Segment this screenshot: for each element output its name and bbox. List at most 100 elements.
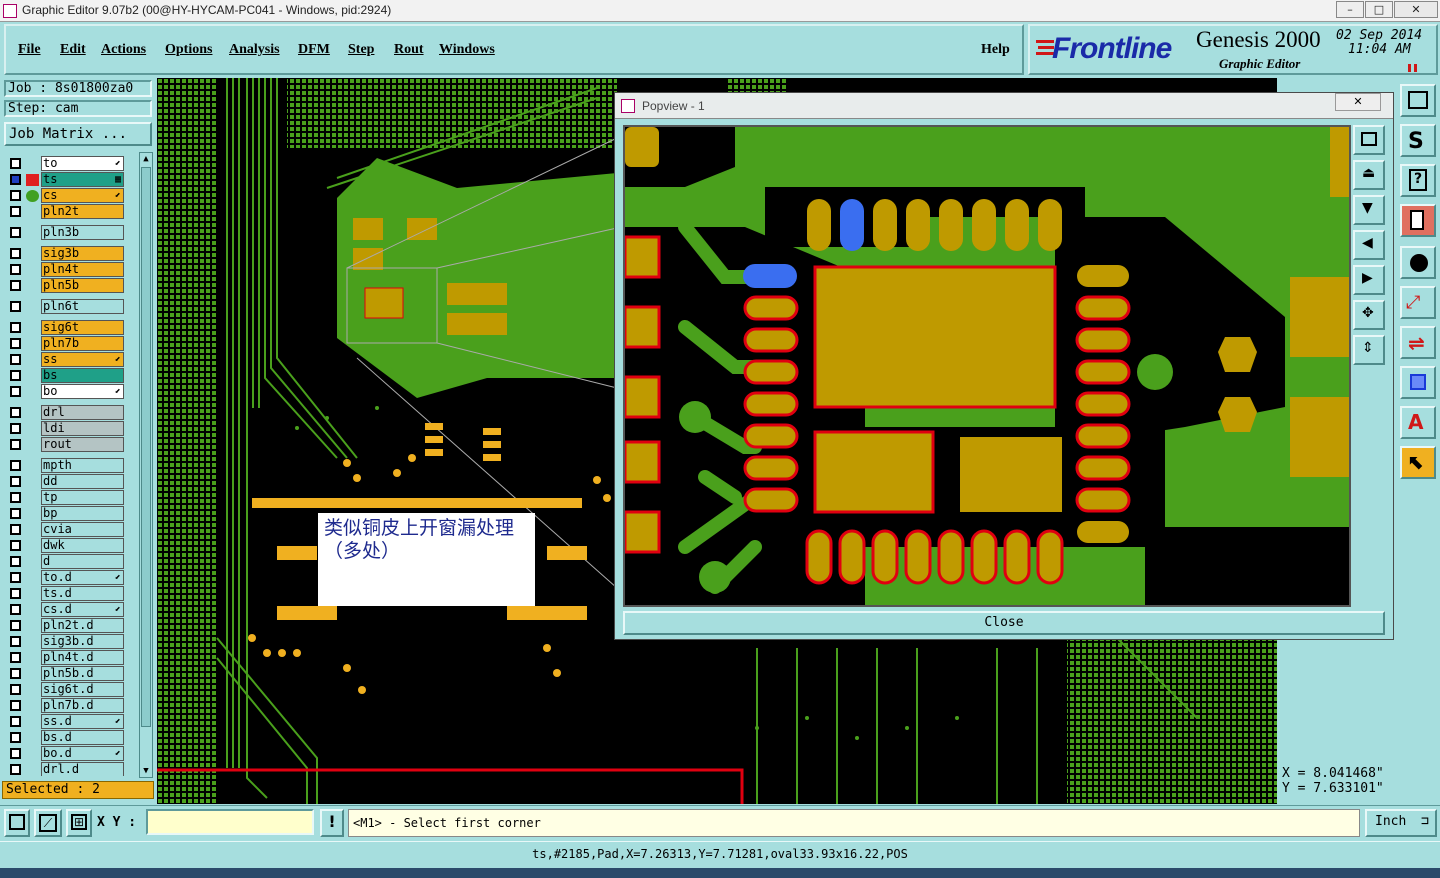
menu-options[interactable]: Options — [165, 42, 212, 58]
layer-checkbox[interactable] — [10, 264, 21, 275]
layer-name[interactable]: sig3b.d — [41, 634, 124, 649]
line-button[interactable]: ⤢ — [1400, 286, 1436, 319]
layer-checkbox[interactable] — [10, 556, 21, 567]
menu-analysis[interactable]: Analysis — [229, 42, 280, 58]
layer-row-pln5b-d[interactable]: pln5b.d — [6, 666, 124, 681]
layer-checkbox[interactable] — [10, 764, 21, 775]
layer-checkbox[interactable] — [10, 190, 21, 201]
layer-row-pln6t[interactable]: pln6t — [6, 299, 124, 314]
grid-button[interactable]: ⊞ — [66, 809, 92, 837]
layer-row-d[interactable]: d — [6, 554, 124, 569]
job-matrix-button[interactable]: Job Matrix ... — [4, 122, 152, 146]
layer-name[interactable]: cvia — [41, 522, 124, 537]
close-window-button[interactable]: ✕ — [1394, 1, 1438, 18]
layer-name[interactable]: bs.d — [41, 730, 124, 745]
menu-edit[interactable]: Edit — [60, 42, 86, 58]
layer-checkbox[interactable] — [10, 423, 21, 434]
menu-dfm[interactable]: DFM — [298, 42, 330, 58]
layer-row-bo-d[interactable]: bo.d ⬋ — [6, 746, 124, 761]
layer-checkbox[interactable] — [10, 322, 21, 333]
arc-button[interactable]: A — [1400, 406, 1436, 439]
layer-name[interactable]: dwk — [41, 538, 124, 553]
menu-step[interactable]: Step — [348, 42, 374, 58]
layer-name[interactable]: bo.d ⬋ — [41, 746, 124, 761]
layer-row-cvia[interactable]: cvia — [6, 522, 124, 537]
layer-row-bo[interactable]: bo ⬋ — [6, 384, 124, 399]
layer-row-pln4t[interactable]: pln4t — [6, 262, 124, 277]
layer-row-mpth[interactable]: mpth — [6, 458, 124, 473]
layer-row-pln5b[interactable]: pln5b — [6, 278, 124, 293]
layer-checkbox[interactable] — [10, 280, 21, 291]
layer-checkbox[interactable] — [10, 492, 21, 503]
layer-row-pln2t-d[interactable]: pln2t.d — [6, 618, 124, 633]
layer-checkbox[interactable] — [10, 508, 21, 519]
layer-row-ts[interactable]: ts ▦ — [6, 172, 124, 187]
layer-name[interactable]: sig6t — [41, 320, 124, 335]
layer-row-pln7b-d[interactable]: pln7b.d — [6, 698, 124, 713]
layer-checkbox[interactable] — [10, 338, 21, 349]
layer-row-cs-d[interactable]: cs.d ⬋ — [6, 602, 124, 617]
scroll-thumb[interactable] — [141, 167, 151, 727]
menu-rout[interactable]: Rout — [394, 42, 424, 58]
layer-row-pln3b[interactable]: pln3b — [6, 225, 124, 240]
layer-row-dd[interactable]: dd — [6, 474, 124, 489]
layer-checkbox[interactable] — [10, 174, 21, 185]
layer-name[interactable]: ts.d — [41, 586, 124, 601]
menu-file[interactable]: File — [18, 42, 41, 58]
layer-row-bp[interactable]: bp — [6, 506, 124, 521]
layer-row-sig3b-d[interactable]: sig3b.d — [6, 634, 124, 649]
menu-actions[interactable]: Actions — [101, 42, 146, 58]
layer-row-cs[interactable]: cs ⬋ — [6, 188, 124, 203]
popview-pan-left-button[interactable]: ◀ — [1353, 230, 1385, 260]
layer-checkbox[interactable] — [10, 524, 21, 535]
layer-name[interactable]: pln4t.d — [41, 650, 124, 665]
shapes-button[interactable] — [1400, 366, 1436, 399]
units-select[interactable]: Inch ⊐ — [1365, 809, 1437, 837]
menu-windows[interactable]: Windows — [439, 42, 495, 58]
layer-row-dwk[interactable]: dwk — [6, 538, 124, 553]
layer-checkbox[interactable] — [10, 700, 21, 711]
layer-name[interactable]: pln5b — [41, 278, 124, 293]
layer-row-bs-d[interactable]: bs.d — [6, 730, 124, 745]
popview-close-button[interactable]: Close — [623, 611, 1385, 635]
layer-name[interactable]: to ⬋ — [41, 156, 124, 171]
layer-name[interactable]: ss ⬋ — [41, 352, 124, 367]
layer-checkbox[interactable] — [10, 636, 21, 647]
layer-checkbox[interactable] — [10, 386, 21, 397]
layer-checkbox[interactable] — [10, 354, 21, 365]
layers-toggle-button[interactable] — [1400, 204, 1436, 237]
layer-checkbox[interactable] — [10, 588, 21, 599]
layer-name[interactable]: ss.d ⬋ — [41, 714, 124, 729]
layer-name[interactable]: drl — [41, 405, 124, 420]
layer-name[interactable]: ldi — [41, 421, 124, 436]
layer-checkbox[interactable] — [10, 439, 21, 450]
layer-row-pln7b[interactable]: pln7b — [6, 336, 124, 351]
layer-name[interactable]: cs ⬋ — [41, 188, 124, 203]
scroll-down-icon[interactable]: ▼ — [141, 766, 151, 776]
layer-checkbox[interactable] — [10, 748, 21, 759]
layer-name[interactable]: bp — [41, 506, 124, 521]
layer-name[interactable]: pln7b — [41, 336, 124, 351]
layer-row-pln2t[interactable]: pln2t — [6, 204, 124, 219]
layer-checkbox[interactable] — [10, 652, 21, 663]
minimize-button[interactable]: – — [1336, 1, 1364, 18]
layer-checkbox[interactable] — [10, 407, 21, 418]
layer-name[interactable]: bo ⬋ — [41, 384, 124, 399]
layer-name[interactable]: sig6t.d — [41, 682, 124, 697]
flip-button[interactable]: ⇌ — [1400, 326, 1436, 359]
layer-checkbox[interactable] — [10, 668, 21, 679]
layer-name[interactable]: rout — [41, 437, 124, 452]
layer-name[interactable]: pln2t — [41, 204, 124, 219]
layer-row-pln4t-d[interactable]: pln4t.d — [6, 650, 124, 665]
layer-checkbox[interactable] — [10, 716, 21, 727]
window-layout-button[interactable] — [1400, 84, 1436, 117]
layer-name[interactable]: d — [41, 554, 124, 569]
layer-name[interactable]: tp — [41, 490, 124, 505]
layer-checkbox[interactable] — [10, 206, 21, 217]
layer-scrollbar[interactable]: ▲ ▼ — [139, 152, 153, 778]
layer-row-sig6t-d[interactable]: sig6t.d — [6, 682, 124, 697]
layer-name[interactable]: pln2t.d — [41, 618, 124, 633]
layer-checkbox[interactable] — [10, 301, 21, 312]
layer-name[interactable]: drl.d — [41, 762, 124, 776]
layer-name[interactable]: cs.d ⬋ — [41, 602, 124, 617]
